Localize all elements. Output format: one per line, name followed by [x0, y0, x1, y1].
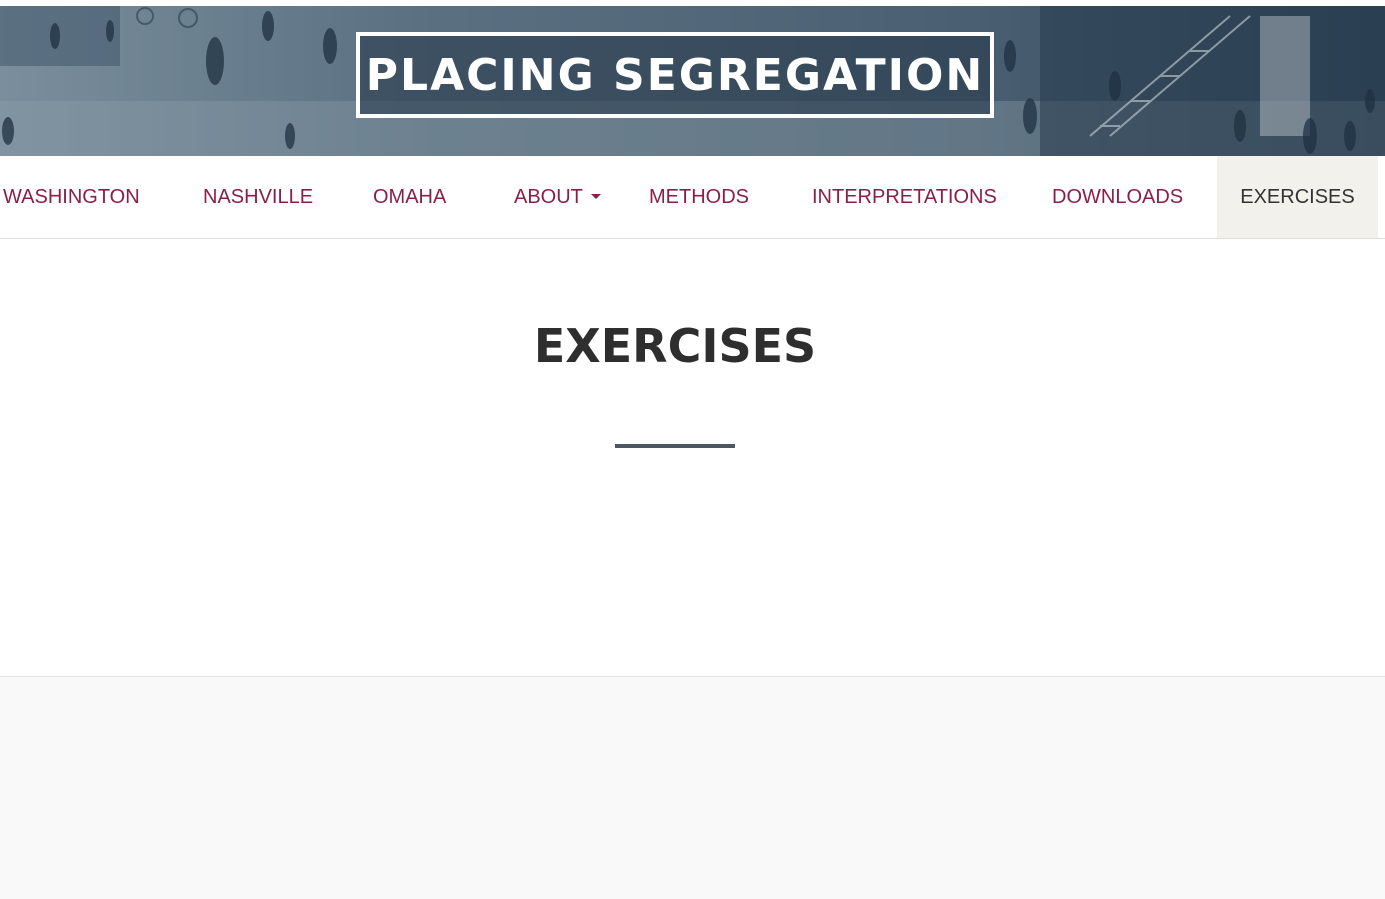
nav-item-exercises[interactable]: EXERCISES — [1217, 156, 1378, 238]
site-title[interactable]: PLACING SEGREGATION — [366, 50, 984, 101]
caret-down-icon — [590, 193, 601, 199]
site-title-box[interactable]: PLACING SEGREGATION — [356, 32, 994, 118]
title-divider — [615, 444, 735, 448]
page-footer — [0, 676, 1385, 899]
nav-item-label: INTERPRETATIONS — [812, 185, 997, 208]
site-banner: PLACING SEGREGATION — [0, 0, 1385, 156]
nav-item-label: EXERCISES — [1240, 185, 1355, 208]
nav-item-interpretations[interactable]: INTERPRETATIONS — [812, 156, 997, 238]
nav-item-label: METHODS — [649, 185, 749, 208]
page-title: EXERCISES — [533, 319, 817, 373]
main-content: EXERCISES — [0, 239, 1385, 676]
nav-item-omaha[interactable]: OMAHA — [373, 156, 446, 238]
nav-item-nashville[interactable]: NASHVILLE — [203, 156, 313, 238]
nav-item-washington[interactable]: WASHINGTON — [3, 156, 140, 238]
nav-item-label: ABOUT — [514, 185, 583, 208]
nav-item-downloads[interactable]: DOWNLOADS — [1052, 156, 1183, 238]
nav-item-label: OMAHA — [373, 185, 447, 208]
nav-item-methods[interactable]: METHODS — [649, 156, 749, 238]
nav-item-about[interactable]: ABOUT — [514, 156, 601, 238]
nav-item-label: NASHVILLE — [203, 185, 314, 208]
main-nav: WASHINGTON NASHVILLE OMAHA ABOUT METHODS… — [0, 156, 1385, 239]
nav-item-label: DOWNLOADS — [1052, 185, 1184, 208]
nav-item-label: WASHINGTON — [3, 185, 140, 208]
